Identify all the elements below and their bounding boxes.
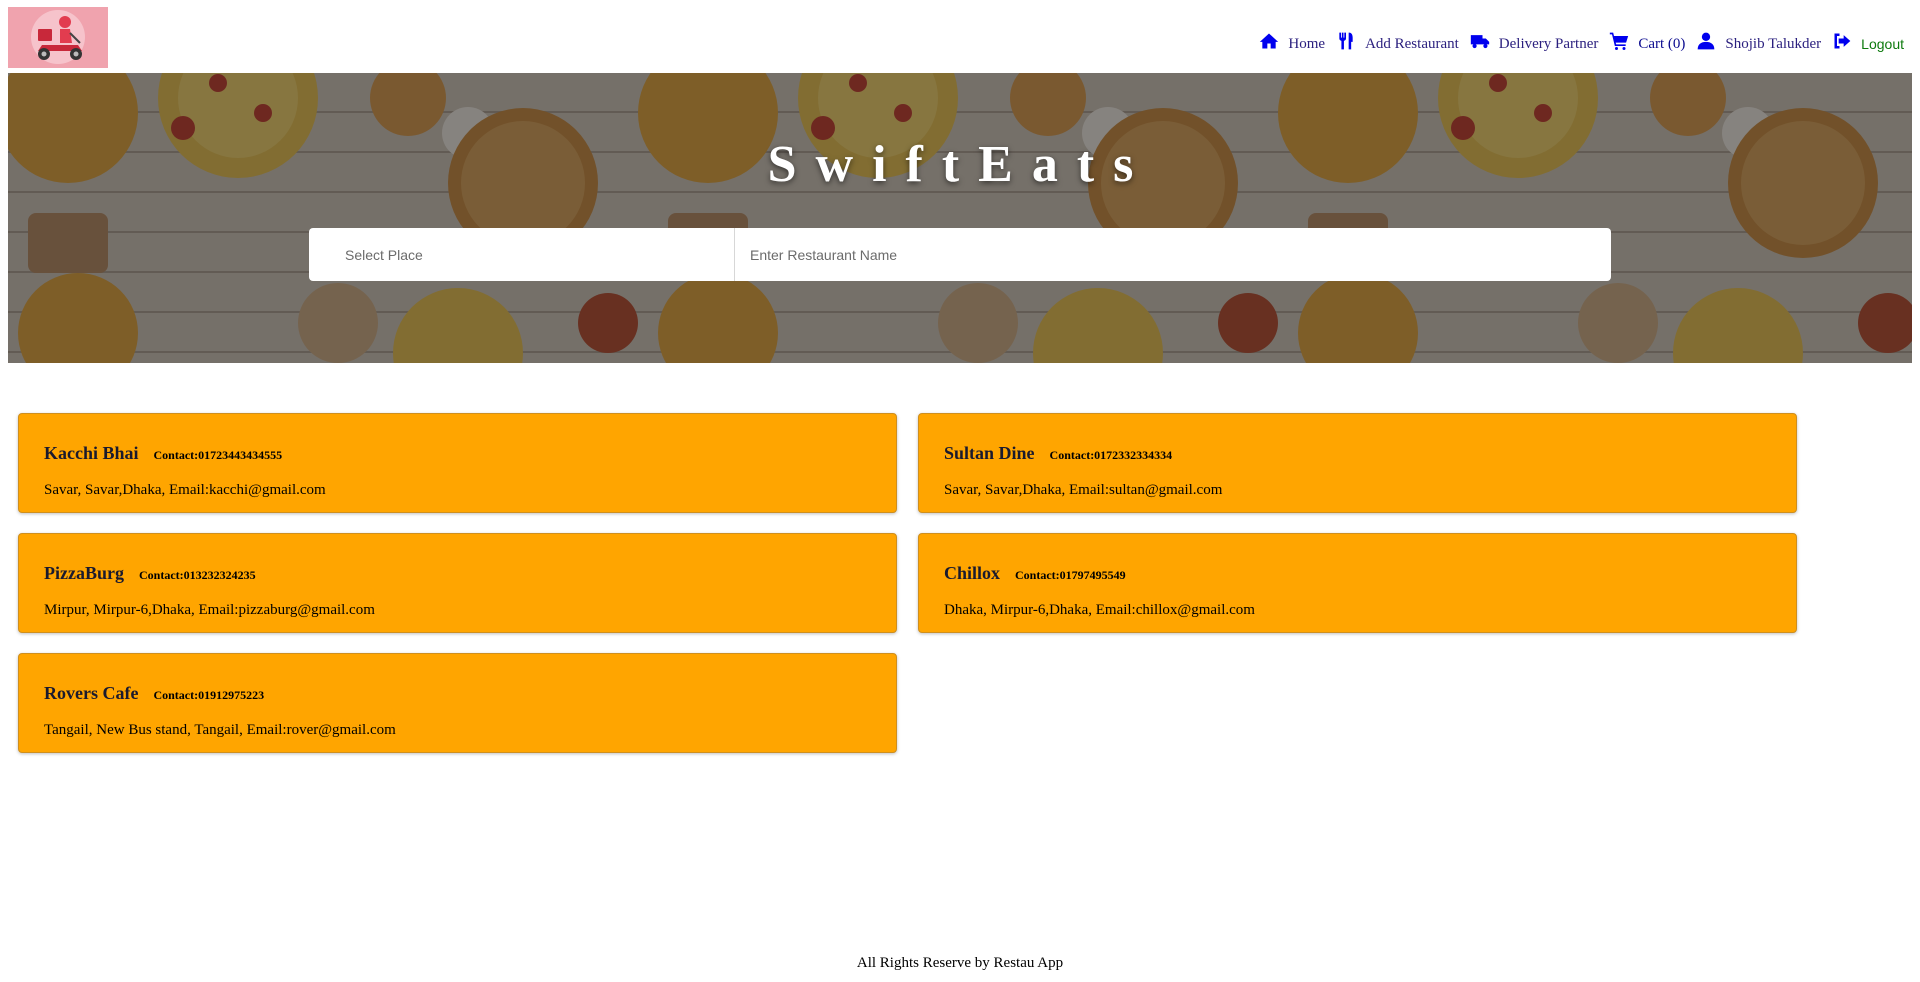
nav-cart[interactable]: Cart (0)	[1609, 29, 1685, 54]
truck-icon	[1470, 35, 1489, 49]
nav-add-restaurant-label: Add Restaurant	[1365, 35, 1459, 52]
hero-title: SwiftEats	[767, 136, 1153, 193]
restaurant-card[interactable]: Chillox Contact:01797495549 Dhaka, Mirpu…	[918, 533, 1797, 633]
nav-home[interactable]: Home	[1259, 29, 1325, 54]
delivery-scooter-logo[interactable]	[8, 7, 108, 68]
logout-icon	[1834, 33, 1851, 49]
nav-delivery-partner-label: Delivery Partner	[1498, 35, 1599, 52]
hero-dark-overlay	[8, 73, 1912, 363]
restaurant-name: Sultan Dine	[944, 443, 1035, 463]
restaurant-address: Savar, Savar,Dhaka, Email:kacchi@gmail.c…	[44, 482, 326, 498]
restaurant-card[interactable]: Rovers Cafe Contact:01912975223 Tangail,…	[18, 653, 897, 753]
restaurant-contact: Contact:01912975223	[153, 688, 265, 702]
restaurant-card[interactable]: Kacchi Bhai Contact:01723443434555 Savar…	[18, 413, 897, 513]
nav-home-label: Home	[1288, 35, 1326, 52]
restaurant-card[interactable]: Sultan Dine Contact:0172332334334 Savar,…	[918, 413, 1797, 513]
main-nav: Home Add Restaurant Delivery Partner Car…	[1248, 27, 1904, 55]
nav-delivery-partner[interactable]: Delivery Partner	[1470, 29, 1599, 54]
nav-add-restaurant[interactable]: Add Restaurant	[1336, 29, 1459, 54]
nav-logout[interactable]: Logout	[1832, 29, 1904, 54]
logo-illustration	[31, 10, 85, 64]
restaurant-contact: Contact:01723443434555	[153, 448, 283, 462]
restaurant-list: Kacchi Bhai Contact:01723443434555 Savar…	[18, 413, 1797, 753]
restaurant-address: Mirpur, Mirpur-6,Dhaka, Email:pizzaburg@…	[44, 602, 375, 618]
hero-banner: SwiftEats Select Place	[8, 73, 1912, 363]
restaurant-contact: Contact:013232324235	[138, 568, 256, 582]
utensils-icon	[1339, 32, 1353, 50]
restaurant-card-header: Chillox Contact:01797495549	[944, 563, 1796, 584]
restaurant-name: Chillox	[944, 563, 1001, 583]
restaurant-card[interactable]: PizzaBurg Contact:013232324235 Mirpur, M…	[18, 533, 897, 633]
restaurant-card-header: Sultan Dine Contact:0172332334334	[944, 443, 1796, 464]
restaurant-name: PizzaBurg	[44, 563, 124, 583]
restaurant-search-bar: Select Place	[309, 228, 1611, 281]
footer-text: All Rights Reserve by Restau App	[856, 955, 1064, 971]
restaurant-contact: Contact:01797495549	[1015, 568, 1126, 582]
cart-icon	[1610, 32, 1629, 50]
restaurant-address: Dhaka, Mirpur-6,Dhaka, Email:chillox@gma…	[944, 602, 1255, 618]
nav-user-label: Shojib Talukder	[1725, 35, 1822, 52]
restaurant-card-header: Kacchi Bhai Contact:01723443434555	[44, 443, 896, 464]
restaurant-address: Tangail, New Bus stand, Tangail, Email:r…	[44, 722, 396, 738]
select-place-dropdown[interactable]: Select Place	[309, 228, 735, 281]
nav-logout-label: Logout	[1861, 35, 1904, 52]
restaurant-name: Rovers Cafe	[44, 683, 139, 703]
nav-user-profile[interactable]: Shojib Talukder	[1696, 29, 1821, 54]
restaurant-name-input[interactable]	[735, 228, 1611, 281]
restaurant-name: Kacchi Bhai	[44, 443, 139, 463]
restaurant-card-header: PizzaBurg Contact:013232324235	[44, 563, 896, 584]
top-navbar: Home Add Restaurant Delivery Partner Car…	[0, 0, 1920, 72]
nav-cart-label: Cart (0)	[1638, 35, 1686, 52]
restaurant-address: Savar, Savar,Dhaka, Email:sultan@gmail.c…	[944, 482, 1223, 498]
restaurant-card-header: Rovers Cafe Contact:01912975223	[44, 683, 896, 704]
home-icon	[1260, 33, 1279, 49]
restaurant-contact: Contact:0172332334334	[1049, 448, 1173, 462]
user-icon	[1698, 32, 1715, 50]
